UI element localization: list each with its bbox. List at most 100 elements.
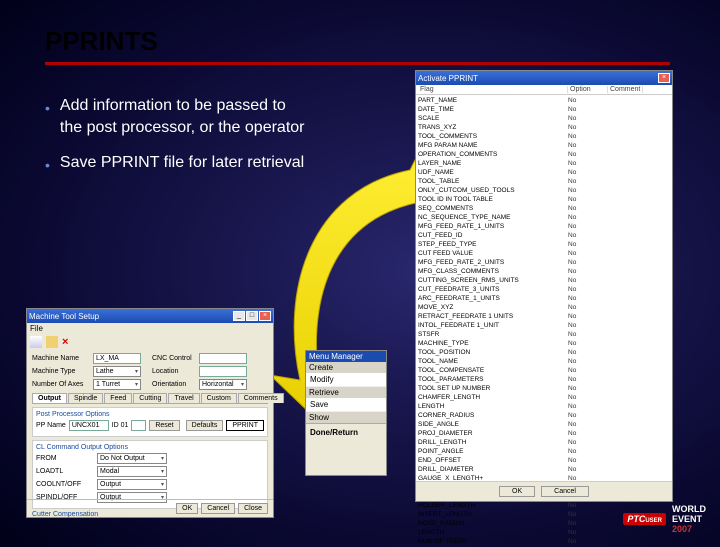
pprint-row[interactable]: CUT FEED VALUENo (418, 249, 670, 258)
cnc-input[interactable] (199, 353, 247, 364)
pprint-row[interactable]: CUTTING_SCREEN_RMS_UNITSNo (418, 276, 670, 285)
pprint-row[interactable]: TOOL_POSITIONNo (418, 348, 670, 357)
machine-name-input[interactable]: LX_MA (93, 353, 141, 364)
machine-name-label: Machine Name (32, 355, 90, 362)
pp-options-group: Post Processor Options PP Name UNCX01 ID… (32, 407, 268, 437)
menu-section-show[interactable]: Show (306, 412, 386, 423)
pprint-titlebar[interactable]: Activate PPRINT × (416, 71, 672, 85)
pprint-row[interactable]: MFG_FEED_RATE_1_UNITSNo (418, 222, 670, 231)
pprint-row[interactable]: CUT_FEED_IDNo (418, 231, 670, 240)
tab-feed[interactable]: Feed (104, 393, 132, 403)
pprint-cancel-button[interactable]: Cancel (541, 486, 589, 497)
pprint-row[interactable]: DRILL_LENGTHNo (418, 438, 670, 447)
col-flag[interactable]: Flag (418, 86, 568, 93)
pprint-row[interactable]: MOVE_XYZNo (418, 303, 670, 312)
pprint-row[interactable]: MACHINE_TYPENo (418, 339, 670, 348)
pprint-row[interactable]: OPERATION_COMMENTSNo (418, 150, 670, 159)
num-axes-label: Number Of Axes (32, 381, 90, 388)
maximize-button[interactable]: □ (246, 311, 258, 321)
cl-select[interactable]: Do Not Output (97, 453, 167, 464)
pprint-row[interactable]: MFG PARAM NAMENo (418, 141, 670, 150)
location-input[interactable] (199, 366, 247, 377)
cancel-button[interactable]: Cancel (201, 503, 235, 514)
tab-comments[interactable]: Comments (238, 393, 284, 403)
pp-defaults-button[interactable]: Defaults (186, 420, 224, 431)
close-button[interactable]: × (259, 311, 271, 321)
menu-done-return[interactable]: Done/Return (306, 423, 386, 441)
pprint-row[interactable]: CHAMFER_LENGTHNo (418, 393, 670, 402)
pp-id-label: ID 01 (112, 422, 129, 429)
pprint-row[interactable]: STSFRNo (418, 330, 670, 339)
pprint-row[interactable]: CORNER_RADIUSNo (418, 411, 670, 420)
delete-icon[interactable]: × (62, 336, 74, 348)
close-button-footer[interactable]: Close (238, 503, 268, 514)
menu-item-modify[interactable]: Modify (306, 373, 386, 387)
pprint-row[interactable]: RETRACT_FEEDRATE 1 UNITSNo (418, 312, 670, 321)
menu-section-retrieve[interactable]: Retrieve (306, 387, 386, 398)
dialog-titlebar[interactable]: Machine Tool Setup _ □ × (27, 309, 273, 323)
pprint-row[interactable]: DATE_TIMENo (418, 105, 670, 114)
pprint-row[interactable]: PART_NAMENo (418, 96, 670, 105)
pprint-row[interactable]: POINT_ANGLENo (418, 447, 670, 456)
pprint-row[interactable]: TOOL_COMPENSATENo (418, 366, 670, 375)
menu-title: Menu Manager (306, 351, 386, 362)
pprint-row[interactable]: ARC_FEEDRATE_1_UNITSNo (418, 294, 670, 303)
pp-reset-button[interactable]: Reset (149, 420, 179, 431)
menu-file[interactable]: File (30, 324, 43, 333)
minimize-button[interactable]: _ (233, 311, 245, 321)
pprint-close-button[interactable]: × (658, 73, 670, 83)
cl-select[interactable]: Output (97, 479, 167, 490)
pprint-row[interactable]: NUM OF TEETHNo (418, 537, 670, 546)
menu-section-create[interactable]: Create (306, 362, 386, 373)
pprint-row[interactable]: TOOL ID IN TOOL TABLENo (418, 195, 670, 204)
menu-item-save[interactable]: Save (306, 398, 386, 412)
machine-type-select[interactable]: Lathe (93, 366, 141, 377)
pprint-row[interactable]: TOOL SET UP NUMBERNo (418, 384, 670, 393)
col-option[interactable]: Option (568, 86, 608, 93)
pprint-row[interactable]: UDF_NAMENo (418, 168, 670, 177)
pprint-row[interactable]: PROJ_DIAMETERNo (418, 429, 670, 438)
col-comment[interactable]: Comment (608, 86, 643, 93)
pprint-row[interactable]: SIDE_ANGLENo (418, 420, 670, 429)
cl-select[interactable]: Modal (97, 466, 167, 477)
new-icon[interactable] (30, 336, 42, 348)
dialog-title: Machine Tool Setup (29, 312, 99, 321)
pprint-row[interactable]: TRANS_XYZNo (418, 123, 670, 132)
pprint-list[interactable]: PART_NAMENoDATE_TIMENoSCALENoTRANS_XYZNo… (416, 95, 672, 547)
pprint-row[interactable]: TOOL_NAMENo (418, 357, 670, 366)
num-axes-select[interactable]: 1 Turret (93, 379, 141, 390)
ok-button[interactable]: OK (176, 503, 198, 514)
open-icon[interactable] (46, 336, 58, 348)
ptc-badge: PTCUSER (623, 513, 666, 525)
pprint-row[interactable]: NC_SEQUENCE_TYPE_NAMENo (418, 213, 670, 222)
event-text: WORLD EVENT 2007 (672, 504, 706, 534)
pprint-row[interactable]: CUT_FEEDRATE_3_UNITSNo (418, 285, 670, 294)
orientation-select[interactable]: Horizontal (199, 379, 247, 390)
pprint-row[interactable]: STEP_FEED_TYPENo (418, 240, 670, 249)
pprint-row[interactable]: TOOL_TABLENo (418, 177, 670, 186)
pprint-row[interactable]: INTOL_FEEDRATE 1_UNITNo (418, 321, 670, 330)
pprint-row[interactable]: LENGTHNo (418, 402, 670, 411)
pprint-row[interactable]: LAYER_NAMENo (418, 159, 670, 168)
pprint-row[interactable]: SCALENo (418, 114, 670, 123)
pprint-row[interactable]: TOOL_COMMENTSNo (418, 132, 670, 141)
pprint-row[interactable]: MFG_FEED_RATE_2_UNITSNo (418, 258, 670, 267)
pp-name-input[interactable]: UNCX01 (69, 420, 109, 431)
pprint-row[interactable]: ONLY_CUTCOM_USED_TOOLSNo (418, 186, 670, 195)
tab-spindle[interactable]: Spindle (68, 393, 103, 403)
bullet-1: • Add information to be passed to the po… (45, 95, 305, 138)
cnc-label: CNC Control (152, 355, 196, 362)
bullet-2: • Save PPRINT file for later retrieval (45, 152, 305, 175)
pprint-row[interactable]: TOOL_PARAMETERSNo (418, 375, 670, 384)
pprint-row[interactable]: SEQ_COMMENTSNo (418, 204, 670, 213)
pp-id-input[interactable] (131, 420, 146, 431)
tab-travel[interactable]: Travel (168, 393, 199, 403)
pprint-row[interactable]: END_OFFSETNo (418, 456, 670, 465)
tab-cutting[interactable]: Cutting (133, 393, 167, 403)
pprint-ok-button[interactable]: OK (499, 486, 535, 497)
pprint-row[interactable]: DRILL_DIAMETERNo (418, 465, 670, 474)
tab-custom[interactable]: Custom (201, 393, 237, 403)
pp-pprint-button[interactable]: PPRINT (226, 420, 264, 431)
pprint-row[interactable]: MFG_CLASS_COMMENTSNo (418, 267, 670, 276)
tab-output[interactable]: Output (32, 393, 67, 403)
